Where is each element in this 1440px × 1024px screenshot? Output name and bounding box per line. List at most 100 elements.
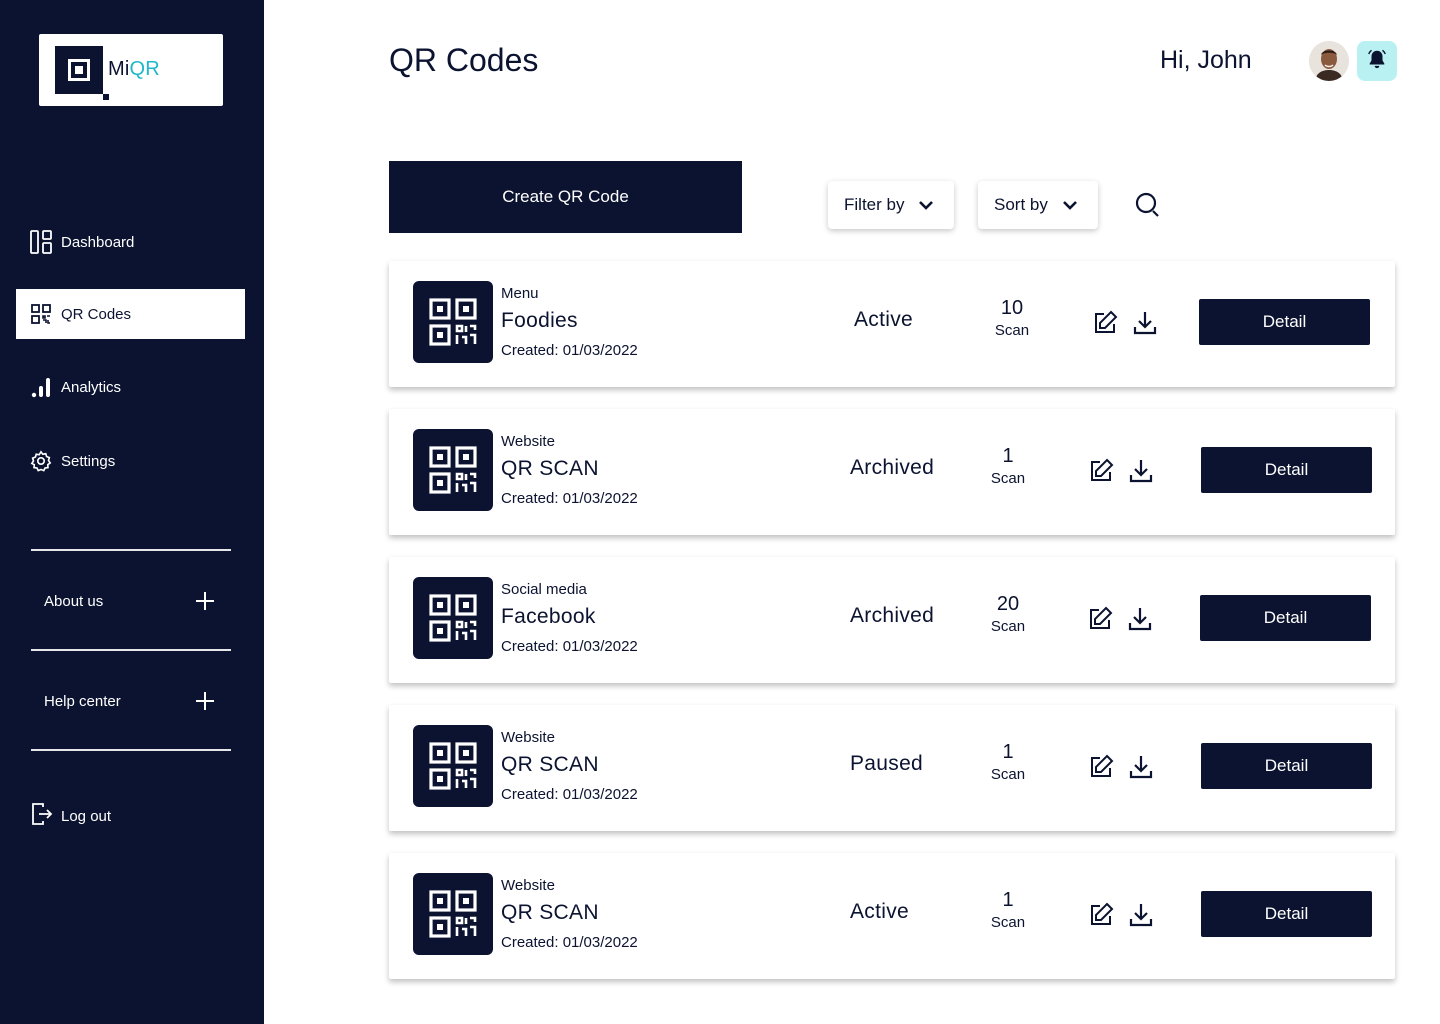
qr-status: Archived xyxy=(850,456,935,479)
sidebar-item-label: Dashboard xyxy=(61,233,135,251)
bar-chart-icon xyxy=(30,375,52,399)
scan-count-label: Scan xyxy=(994,322,1030,339)
qr-code-icon xyxy=(413,429,493,511)
search-icon xyxy=(1133,192,1161,224)
scan-count-value: 1 xyxy=(1002,741,1014,763)
sidebar-item-label: QR Codes xyxy=(61,305,132,323)
qr-created-date: Created: 01/03/2022 xyxy=(501,638,638,655)
chevron-down-icon xyxy=(918,195,934,215)
scan-count-value: 1 xyxy=(1002,889,1014,911)
filter-dropdown[interactable]: Filter by xyxy=(828,181,954,229)
scan-count-label: Scan xyxy=(990,766,1026,783)
detail-button[interactable]: Detail xyxy=(1201,447,1372,493)
qr-code-icon xyxy=(413,725,493,807)
qr-code-icon xyxy=(413,873,493,955)
sidebar-item-label: Settings xyxy=(61,452,116,470)
download-icon xyxy=(1127,608,1153,636)
sort-dropdown[interactable]: Sort by xyxy=(978,181,1098,229)
download-icon xyxy=(1132,312,1158,340)
qr-created-date: Created: 01/03/2022 xyxy=(501,490,638,507)
logout-button[interactable]: Log out xyxy=(31,802,111,830)
qr-name: Foodies xyxy=(501,309,578,332)
sort-label: Sort by xyxy=(994,195,1048,214)
qr-scan-count: 1 Scan xyxy=(978,889,1038,931)
qr-code-card: Social media Facebook Created: 01/03/2022 A… xyxy=(389,557,1395,683)
download-icon xyxy=(1128,460,1154,488)
chevron-down-icon xyxy=(1062,195,1078,215)
detail-button[interactable]: Detail xyxy=(1201,891,1372,937)
scan-count-label: Scan xyxy=(990,618,1026,635)
sidebar-item-settings[interactable]: Settings xyxy=(16,436,245,486)
qr-created-date: Created: 01/03/2022 xyxy=(501,342,638,359)
edit-icon xyxy=(1088,458,1114,488)
create-qr-code-button[interactable]: Create QR Code xyxy=(389,161,742,233)
sidebar-item-dashboard[interactable]: Dashboard xyxy=(16,217,245,267)
logout-icon xyxy=(31,802,53,830)
qr-code-card: Website QR SCAN Created: 01/03/2022 Archive… xyxy=(389,409,1395,535)
accordion-about-us[interactable]: About us xyxy=(44,586,214,616)
detail-button[interactable]: Detail xyxy=(1200,595,1371,641)
edit-icon xyxy=(1087,606,1113,636)
edit-icon xyxy=(1088,902,1114,932)
edit-icon xyxy=(1092,310,1118,340)
filter-label: Filter by xyxy=(844,195,905,214)
search-button[interactable] xyxy=(1133,190,1161,220)
accordion-label: Help center xyxy=(44,692,121,710)
sidebar-divider xyxy=(31,649,231,651)
edit-button[interactable] xyxy=(1092,310,1118,336)
qr-type: Website xyxy=(501,729,555,746)
qr-status: Archived xyxy=(850,604,935,627)
accordion-help-center[interactable]: Help center xyxy=(44,686,214,716)
qr-type: Website xyxy=(501,433,555,450)
edit-button[interactable] xyxy=(1087,606,1113,632)
plus-icon xyxy=(196,692,214,710)
logo-mark-icon xyxy=(55,46,109,100)
bell-icon xyxy=(1366,48,1388,75)
edit-button[interactable] xyxy=(1088,458,1114,484)
sidebar-divider xyxy=(31,549,231,551)
scan-count-label: Scan xyxy=(990,914,1026,931)
qr-created-date: Created: 01/03/2022 xyxy=(501,786,638,803)
edit-icon xyxy=(1088,754,1114,784)
qr-grid-icon xyxy=(30,302,52,326)
download-button[interactable] xyxy=(1127,606,1153,632)
qr-type: Website xyxy=(501,877,555,894)
gear-icon xyxy=(30,449,52,473)
brand-logo[interactable]: MiQR xyxy=(39,34,223,106)
sidebar-item-qr-codes[interactable]: QR Codes xyxy=(16,289,245,339)
sidebar-divider xyxy=(31,749,231,751)
dashboard-icon xyxy=(30,230,52,254)
qr-name: QR SCAN xyxy=(501,457,599,480)
qr-name: QR SCAN xyxy=(501,753,599,776)
download-button[interactable] xyxy=(1128,754,1154,780)
qr-code-card: Website QR SCAN Created: 01/03/2022 Paused 1… xyxy=(389,705,1395,831)
notifications-button[interactable] xyxy=(1357,41,1397,81)
qr-code-icon xyxy=(413,577,493,659)
qr-name: QR SCAN xyxy=(501,901,599,924)
qr-status: Active xyxy=(854,308,913,331)
detail-button[interactable]: Detail xyxy=(1201,743,1372,789)
download-icon xyxy=(1128,756,1154,784)
sidebar-item-analytics[interactable]: Analytics xyxy=(16,362,245,412)
download-button[interactable] xyxy=(1128,458,1154,484)
qr-type: Social media xyxy=(501,581,587,598)
scan-count-value: 20 xyxy=(996,593,1020,615)
logout-label: Log out xyxy=(61,807,112,825)
user-avatar[interactable] xyxy=(1309,41,1349,81)
qr-status: Paused xyxy=(850,752,924,775)
download-button[interactable] xyxy=(1128,902,1154,928)
qr-scan-count: 10 Scan xyxy=(982,297,1042,339)
user-greeting: Hi, John xyxy=(1160,46,1252,74)
qr-code-card: Website QR SCAN Created: 01/03/2022 Active 1… xyxy=(389,853,1395,979)
download-button[interactable] xyxy=(1132,310,1158,336)
edit-button[interactable] xyxy=(1088,754,1114,780)
brand-name-part2: QR xyxy=(129,58,160,80)
edit-button[interactable] xyxy=(1088,902,1114,928)
qr-name: Facebook xyxy=(501,605,596,628)
qr-code-icon xyxy=(413,281,493,363)
sidebar-item-label: Analytics xyxy=(61,378,122,396)
qr-scan-count: 1 Scan xyxy=(978,445,1038,487)
brand-name-part1: Mi xyxy=(108,58,130,80)
detail-button[interactable]: Detail xyxy=(1199,299,1370,345)
scan-count-value: 10 xyxy=(1000,297,1024,319)
